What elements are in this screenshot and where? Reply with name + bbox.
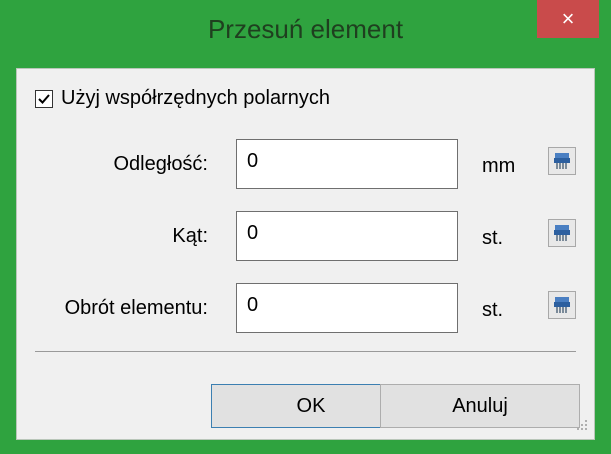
title-bar: Przesuń element ×: [0, 0, 611, 68]
distance-input[interactable]: 0: [236, 139, 458, 189]
polar-coordinates-option[interactable]: Użyj współrzędnych polarnych: [35, 87, 330, 110]
cancel-button[interactable]: Anuluj: [380, 384, 580, 428]
angle-input[interactable]: 0: [236, 211, 458, 261]
distance-label: Odległość:: [113, 153, 209, 175]
polar-coordinates-label: Użyj współrzędnych polarnych: [61, 87, 331, 109]
angle-tool-button[interactable]: [548, 219, 576, 247]
distance-row: Odległość: 0 mm: [17, 139, 594, 193]
angle-label: Kąt:: [172, 225, 208, 247]
rotation-tool-button[interactable]: [548, 291, 576, 319]
shredder-icon: [554, 225, 570, 241]
close-icon: ×: [561, 6, 575, 31]
separator-line: [35, 351, 576, 352]
rotation-label: Obrót elementu:: [64, 297, 208, 319]
rotation-row: Obrót elementu: 0 st.: [17, 283, 594, 337]
angle-row: Kąt: 0 st.: [17, 211, 594, 265]
checkmark-icon: [38, 93, 50, 104]
close-button[interactable]: ×: [537, 0, 599, 38]
polar-coordinates-checkbox[interactable]: [35, 89, 53, 108]
shredder-icon: [554, 297, 570, 313]
dialog-title: Przesuń element: [207, 14, 404, 44]
dialog-window: Przesuń element × Użyj współrzędnych pol…: [0, 0, 611, 454]
rotation-input[interactable]: 0: [236, 283, 458, 333]
distance-unit: mm: [482, 155, 516, 177]
shredder-icon: [554, 153, 570, 169]
rotation-unit: st.: [482, 299, 504, 321]
dialog-content: Użyj współrzędnych polarnych Odległość: …: [16, 68, 595, 440]
resize-grip-icon[interactable]: [574, 419, 588, 433]
distance-tool-button[interactable]: [548, 147, 576, 175]
angle-unit: st.: [482, 227, 504, 249]
